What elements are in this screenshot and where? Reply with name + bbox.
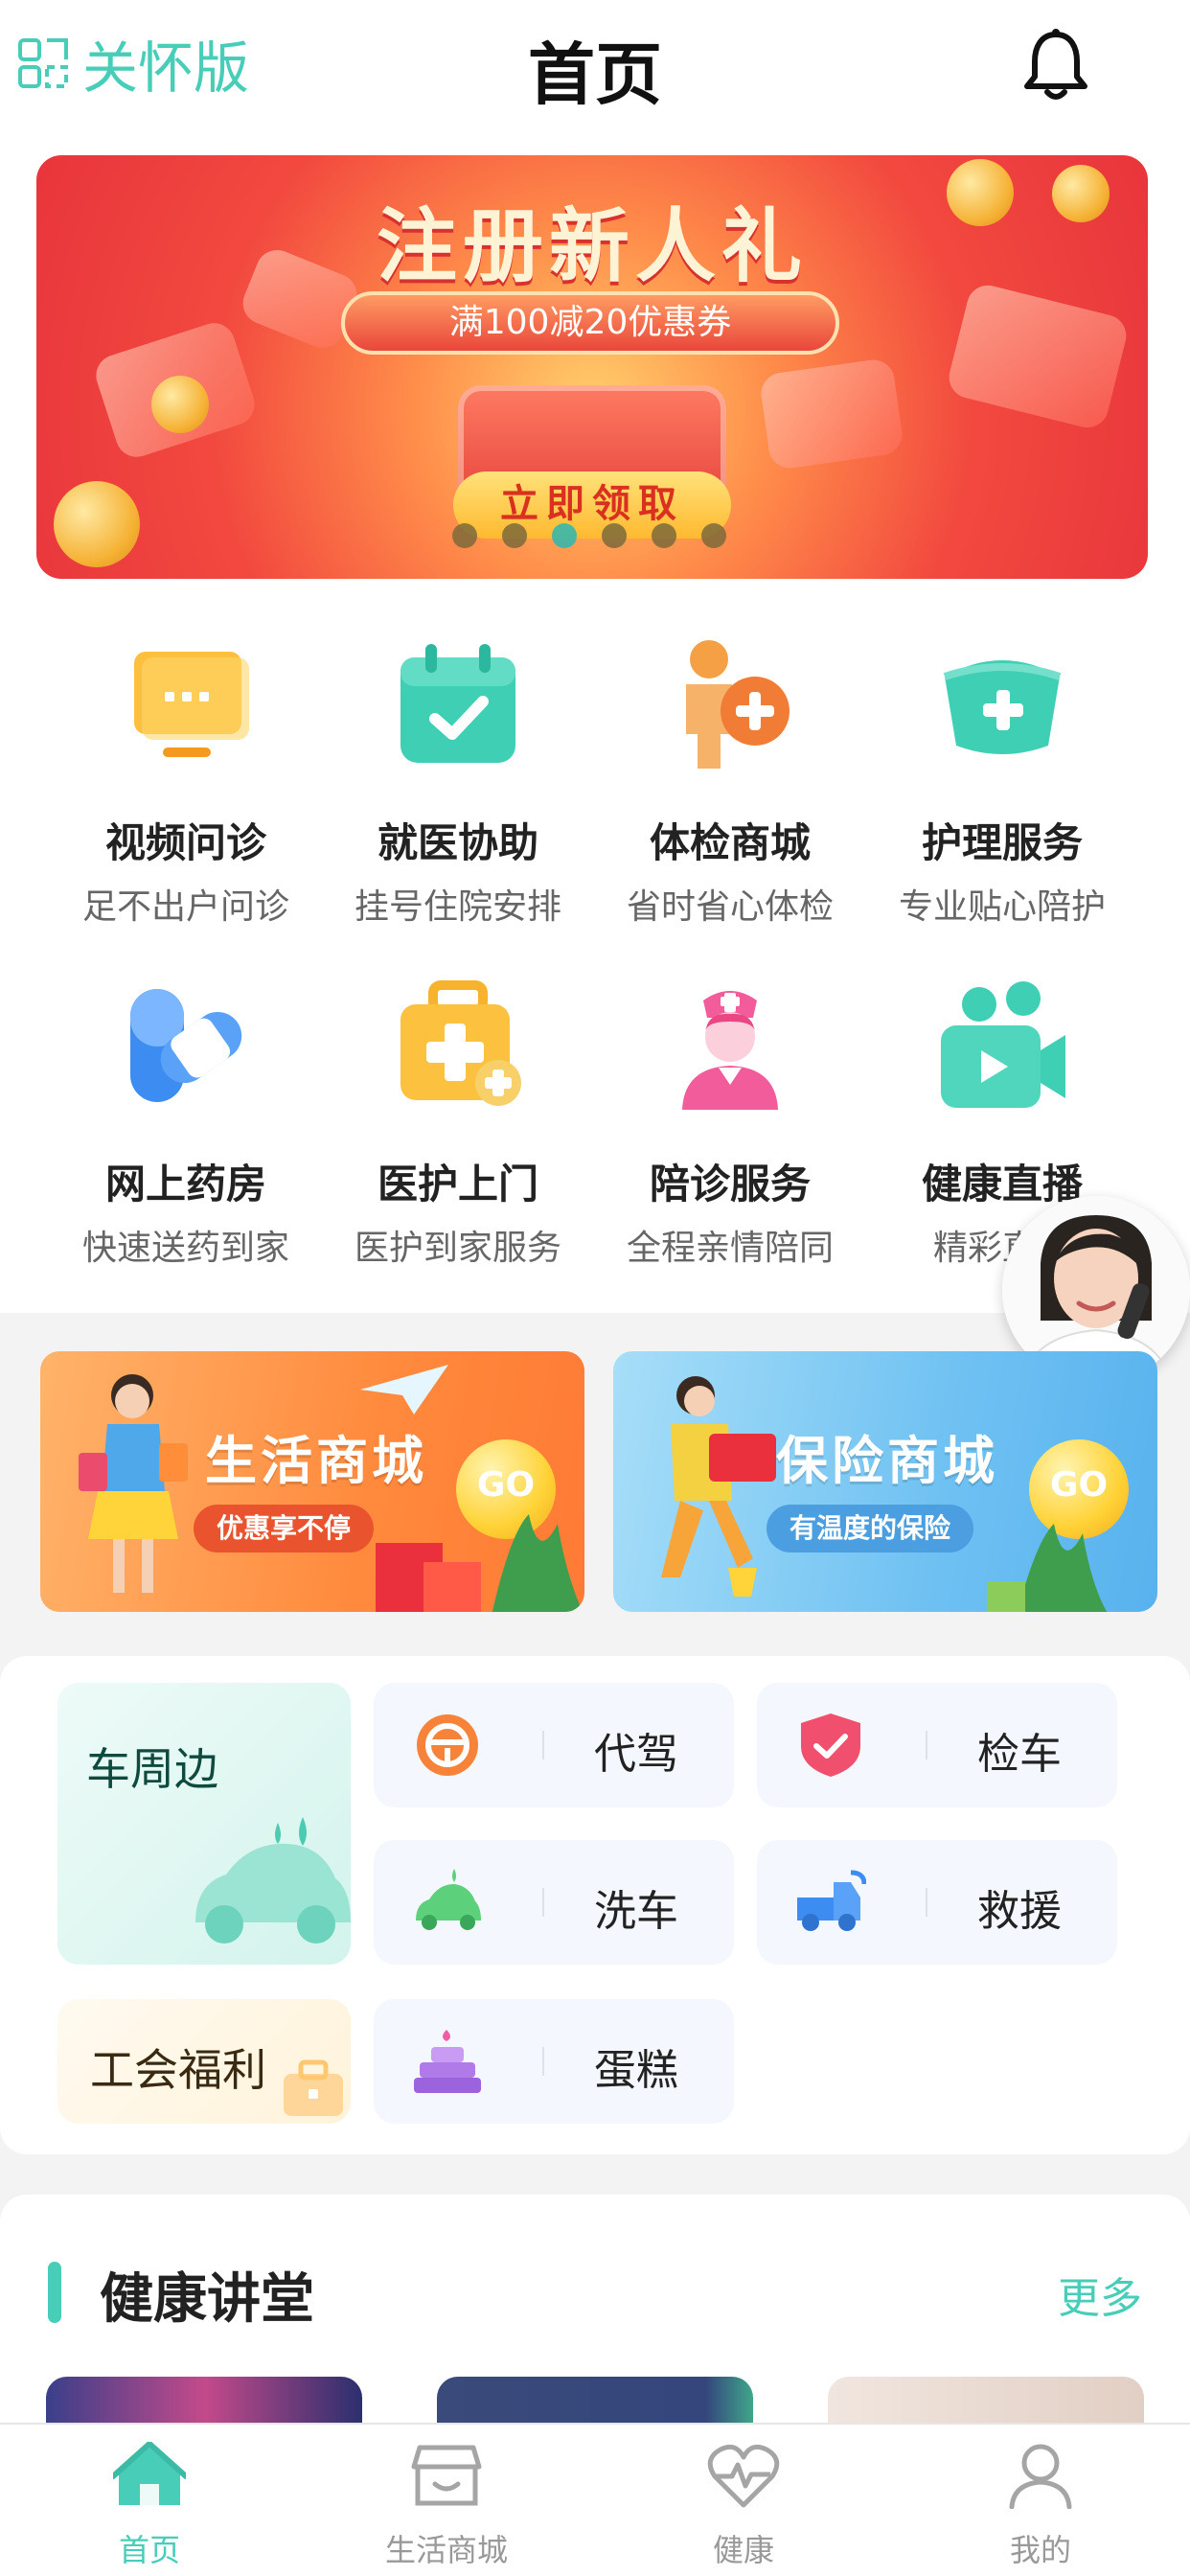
tile-separator [542,1888,544,1917]
shopper-illustration-icon [79,1374,188,1593]
tab-life-mall[interactable]: 生活商城 [351,2442,542,2570]
service-subtitle: 挂号住院安排 [354,887,561,927]
tile-label: 蛋糕 [594,2046,678,2095]
service-subtitle: 专业贴心陪护 [898,887,1106,927]
tile-separator [542,2047,544,2076]
pagination-dot[interactable] [452,523,477,548]
user-icon [1009,2444,1072,2510]
pagination-dot[interactable] [701,523,726,548]
medical-kit-icon [400,980,521,1106]
insurance-person-illustration-icon [661,1376,776,1597]
service-name: 护理服务 [921,819,1083,866]
more-link[interactable]: 更多 [1058,2264,1142,2325]
gift-plants-icon [376,1514,584,1612]
designated-driver-tile[interactable]: 代驾 [374,1683,734,1807]
tile-separator [926,1888,927,1917]
service-subtitle: 医护到家服务 [354,1229,561,1268]
insurance-mall-tag: 有温度的保险 [767,1505,974,1552]
tow-truck-icon [797,1870,866,1931]
paper-plane-icon [360,1365,448,1414]
tab-health[interactable]: 健康 [648,2442,839,2570]
car-peripheral-card[interactable]: 车周边 [57,1683,351,1965]
service-online-pharmacy[interactable]: 网上药房 快速送药到家 [47,979,325,1270]
promo-banner[interactable]: 注册新人礼 满100减20优惠券 立即领取 [36,155,1148,579]
steering-wheel-icon [417,1714,478,1776]
briefcase-icon [284,2059,343,2116]
tab-home[interactable]: 首页 [54,2439,245,2570]
tile-label: 代驾 [594,1730,678,1779]
live-camera-icon [941,981,1065,1108]
service-subtitle: 全程亲情陪同 [626,1229,834,1268]
union-welfare-title: 工会福利 [90,2044,266,2096]
banner-title: 注册新人礼 [376,199,808,293]
tile-label: 洗车 [594,1887,678,1936]
service-home-care[interactable]: 医护上门 医护到家服务 [319,979,597,1270]
nurse-cap-icon [943,660,1062,754]
tab-label: 首页 [118,2532,180,2568]
pagination-dot[interactable] [652,523,676,548]
service-name: 医护上门 [377,1161,538,1208]
cake-icon [414,2030,481,2093]
nurse-icon [682,991,778,1110]
pagination-dot[interactable] [502,523,527,548]
page-title: 首页 [528,35,662,114]
banner-pagination [452,523,726,548]
service-subtitle: 足不出户问诊 [81,887,289,927]
life-mall-tag: 优惠享不停 [194,1505,375,1552]
tile-separator [926,1731,927,1760]
tile-separator [542,1731,544,1760]
service-name: 陪诊服务 [649,1161,811,1208]
service-medical-assist[interactable]: 就医协助 挂号住院安排 [319,638,597,929]
section-accent-bar [48,2262,61,2323]
banner-coupon-text: 满100减20优惠券 [341,291,839,355]
notification-bell-icon[interactable] [1021,27,1090,102]
tab-label: 我的 [1009,2532,1071,2568]
service-escort[interactable]: 陪诊服务 全程亲情陪同 [591,979,869,1270]
service-video-consult[interactable]: 视频问诊 足不出户问诊 [47,638,325,929]
car-icon [195,1817,351,1944]
tab-mine[interactable]: 我的 [945,2442,1136,2570]
service-name: 网上药房 [104,1161,266,1208]
service-name: 体检商城 [649,819,811,866]
roadside-rescue-tile[interactable]: 救援 [757,1840,1117,1965]
checkup-icon [686,640,790,769]
heart-pulse-icon [707,2444,780,2508]
home-icon [110,2439,189,2505]
plants-icon [987,1524,1108,1612]
tile-label: 检车 [977,1730,1062,1779]
health-lecture-title: 健康讲堂 [100,2268,314,2331]
service-checkup-mall[interactable]: 体检商城 省时省心体检 [591,638,869,929]
car-wash-tile[interactable]: 洗车 [374,1840,734,1965]
life-mall-card[interactable]: 生活商城 优惠享不停 GO [40,1351,584,1612]
union-welfare-card[interactable]: 工会福利 [57,1999,351,2124]
service-nursing[interactable]: 护理服务 专业贴心陪护 [863,638,1141,929]
tile-label: 救援 [977,1887,1062,1936]
vehicle-inspection-tile[interactable]: 检车 [757,1683,1117,1807]
video-consult-icon [134,652,249,757]
insurance-mall-title: 保险商城 [776,1431,998,1491]
cake-tile[interactable]: 蛋糕 [374,1999,734,2124]
store-icon [411,2445,482,2506]
car-peripheral-title: 车周边 [86,1743,218,1795]
pagination-dot[interactable] [602,523,627,548]
pill-icon [130,989,242,1102]
service-name: 视频问诊 [104,819,266,866]
tab-label: 生活商城 [384,2532,508,2568]
life-mall-title: 生活商城 [205,1431,427,1491]
service-subtitle: 快速送药到家 [81,1229,289,1268]
insurance-mall-card[interactable]: 保险商城 有温度的保险 GO [613,1351,1157,1612]
service-subtitle: 省时省心体检 [626,887,834,927]
service-name: 就医协助 [377,819,538,866]
car-wash-icon [416,1869,481,1930]
tab-label: 健康 [712,2532,774,2568]
shield-check-icon [801,1714,860,1777]
pagination-dot-active[interactable] [552,523,577,548]
calendar-check-icon [400,644,515,763]
